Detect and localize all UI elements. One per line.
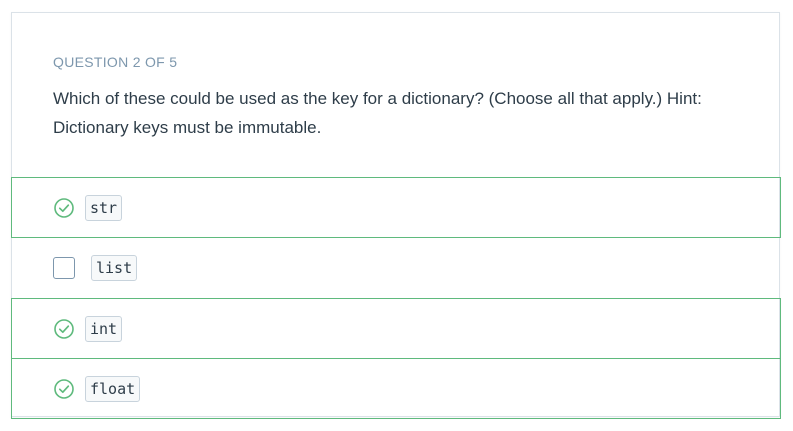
answer-options: str list int float — [11, 177, 781, 419]
option-label: str — [85, 195, 123, 221]
option-label: float — [85, 376, 141, 402]
checkbox-empty-icon[interactable] — [53, 257, 75, 279]
check-circle-icon — [54, 198, 74, 218]
question-progress-label: QUESTION 2 OF 5 — [53, 54, 178, 70]
quiz-card: QUESTION 2 OF 5 Which of these could be … — [11, 12, 781, 419]
option-label: list — [91, 255, 138, 281]
option-float[interactable]: float — [11, 358, 781, 419]
check-circle-icon — [54, 319, 74, 339]
option-int[interactable]: int — [11, 298, 781, 359]
option-label: int — [85, 316, 123, 342]
question-prompt: Which of these could be used as the key … — [53, 89, 702, 137]
option-str[interactable]: str — [11, 177, 781, 238]
option-list[interactable]: list — [11, 238, 781, 299]
check-circle-icon — [54, 379, 74, 399]
question-header: QUESTION 2 OF 5 Which of these could be … — [12, 13, 781, 177]
